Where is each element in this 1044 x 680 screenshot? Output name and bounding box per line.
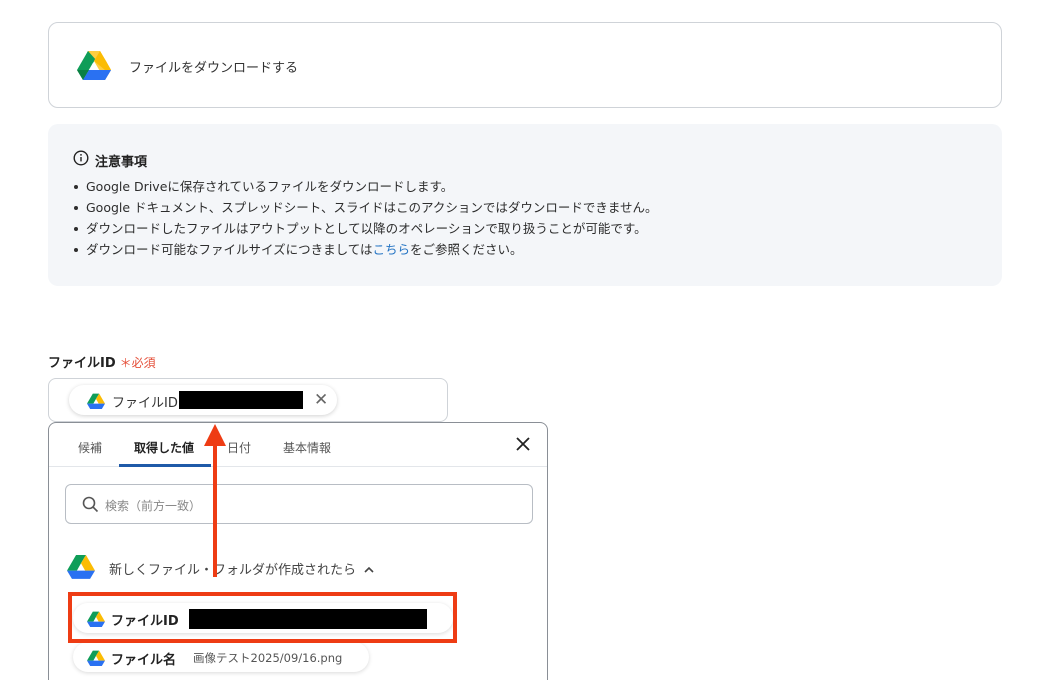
chip-label: ファイルID: [112, 396, 178, 411]
tab-basic-info[interactable]: 基本情報: [283, 439, 331, 456]
arrow-up-icon: [204, 424, 226, 446]
redacted-value: [179, 391, 303, 409]
search-placeholder: 検索（前方一致）: [105, 499, 202, 513]
list-item-label: ファイル名: [111, 653, 177, 668]
action-card[interactable]: ファイルをダウンロードする: [48, 22, 1002, 108]
chevron-up-icon[interactable]: [363, 561, 375, 580]
file-id-input[interactable]: ファイルID ✕: [48, 378, 448, 422]
search-input[interactable]: 検索（前方一致）: [65, 484, 533, 524]
notice-list: Google Driveに保存されているファイルをダウンロードします。 Goog…: [74, 176, 658, 260]
notice-title: 注意事項: [95, 154, 148, 170]
google-drive-icon: [87, 393, 105, 413]
file-id-label: ファイルID ＊必須: [48, 352, 156, 371]
required-mark: ＊必須: [119, 356, 156, 370]
file-id-label-text: ファイルID: [48, 356, 116, 371]
notice-item-text: ダウンロード可能なファイルサイズにつきましては: [86, 242, 373, 257]
notice-item-text: をご参照ください。: [410, 242, 523, 257]
close-icon[interactable]: ✕: [314, 391, 328, 409]
close-icon[interactable]: [515, 435, 531, 457]
google-drive-icon: [87, 650, 105, 670]
notice-item: Google Driveに保存されているファイルをダウンロードします。: [74, 176, 658, 197]
search-icon: [82, 496, 99, 517]
tab-candidates[interactable]: 候補: [78, 439, 102, 456]
tab-date[interactable]: 日付: [227, 439, 251, 456]
notice-item: ダウンロードしたファイルはアウトプットとして以降のオペレーションで取り扱うことが…: [74, 218, 658, 239]
size-info-link[interactable]: こちら: [373, 242, 411, 257]
notice-heading: 注意事項: [73, 150, 147, 170]
notice-item: ダウンロード可能なファイルサイズにつきましてはこちらをご参照ください。: [74, 239, 658, 260]
tab-retrieved-values[interactable]: 取得した値: [134, 439, 194, 456]
group-label: 新しくファイル・フォルダが作成されたら: [109, 563, 357, 578]
info-icon: [73, 150, 89, 170]
value-chip[interactable]: ファイルID ✕: [69, 385, 337, 415]
trigger-group-header[interactable]: 新しくファイル・フォルダが作成されたら: [67, 554, 467, 584]
arrow-shaft: [213, 442, 217, 577]
active-tab-indicator: [119, 464, 211, 467]
google-drive-icon: [67, 554, 95, 583]
google-drive-icon: [77, 50, 111, 84]
highlight-box: [68, 592, 457, 643]
action-title: ファイルをダウンロードする: [129, 61, 299, 76]
notice-item: Google ドキュメント、スプレッドシート、スライドはこのアクションではダウン…: [74, 197, 658, 218]
tab-bar: 候補 取得した値 日付 基本情報: [49, 423, 547, 467]
list-item[interactable]: ファイル名 画像テスト2025/09/16.png: [73, 642, 369, 672]
notice-box: 注意事項 Google Driveに保存されているファイルをダウンロードします。…: [48, 124, 1002, 286]
list-item-value: 画像テスト2025/09/16.png: [193, 651, 343, 665]
